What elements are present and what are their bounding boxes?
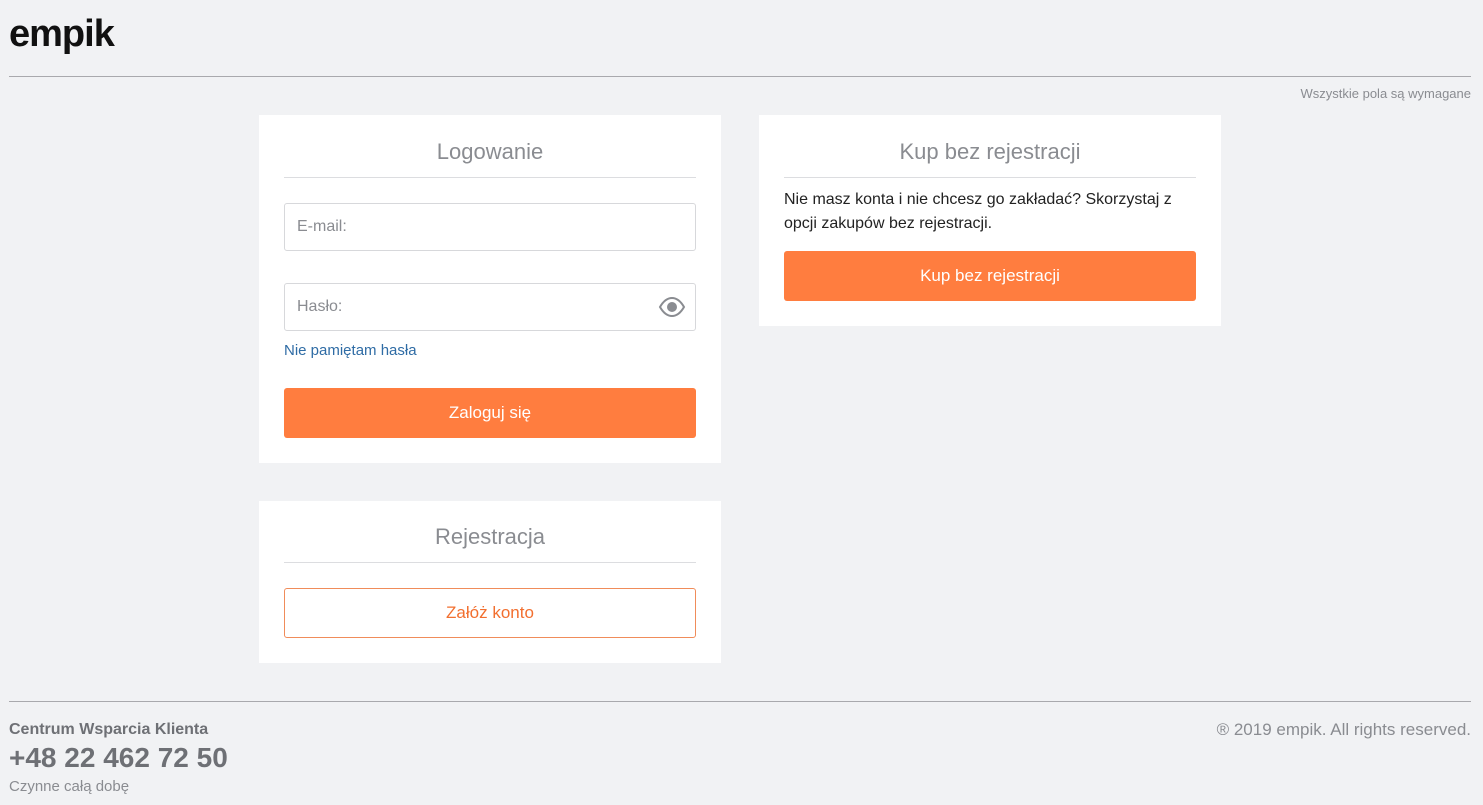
support-phone[interactable]: +48 22 462 72 50: [9, 742, 228, 774]
forgot-password-link[interactable]: Nie pamiętam hasła: [284, 342, 417, 359]
guest-checkout-card: Kup bez rejestracji Nie masz konta i nie…: [759, 115, 1221, 326]
required-fields-note: Wszystkie pola są wymagane: [1300, 86, 1471, 101]
support-title: Centrum Wsparcia Klienta: [9, 721, 209, 738]
password-input[interactable]: [284, 283, 696, 331]
footer-divider: [9, 701, 1471, 702]
login-button[interactable]: Zaloguj się: [284, 388, 696, 438]
guest-description: Nie masz konta i nie chcesz go zakładać?…: [784, 191, 1172, 232]
login-title-divider: [284, 177, 696, 178]
copyright-text: ® 2019 empik. All rights reserved.: [1216, 720, 1471, 739]
register-title-divider: [284, 562, 696, 563]
empik-logo[interactable]: empik: [9, 8, 115, 60]
login-card: Logowanie Nie pamiętam hasła Zaloguj się: [259, 115, 721, 463]
header-divider: [9, 76, 1471, 77]
guest-title-divider: [784, 177, 1196, 178]
eye-icon[interactable]: [658, 293, 686, 321]
register-card: Rejestracja Załóż konto: [259, 501, 721, 663]
login-title: Logowanie: [436, 139, 544, 164]
create-account-button[interactable]: Załóż konto: [284, 588, 696, 638]
email-input[interactable]: [284, 203, 696, 251]
register-title: Rejestracja: [434, 524, 546, 549]
guest-checkout-button[interactable]: Kup bez rejestracji: [784, 251, 1196, 301]
guest-title: Kup bez rejestracji: [899, 139, 1081, 164]
support-hours: Czynne całą dobę: [9, 778, 130, 795]
